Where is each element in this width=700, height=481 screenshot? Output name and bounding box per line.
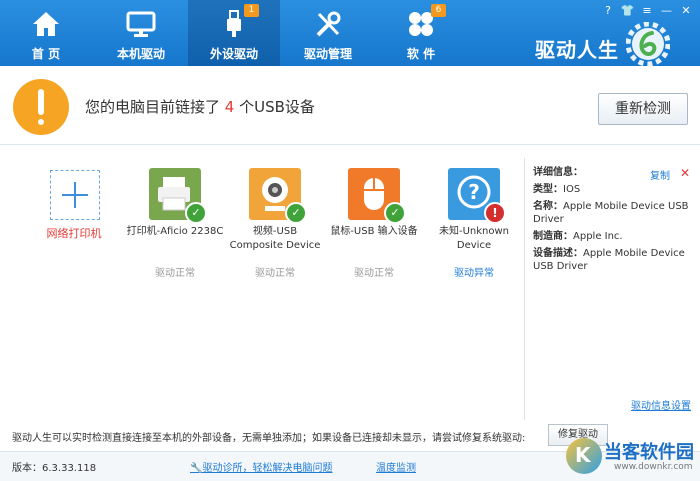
usb-summary: 您的电脑目前链接了 4 个USB设备 [85,98,315,116]
nav-local-drivers[interactable]: 本机驱动 [95,0,187,66]
monitor-icon [126,11,156,37]
nav-badge: 6 [431,4,446,17]
device-status: 驱动正常 [255,268,295,279]
nav-badge: 1 [244,4,259,17]
device-status[interactable]: 驱动异常 [424,264,524,279]
device-status: 驱动正常 [354,268,394,279]
error-icon: ! [484,202,506,224]
brand-title: 驱动人生 [535,38,619,62]
version-text: 版本：6.3.33.118 [12,463,97,474]
device-name: 未知-Unknown Device [438,226,510,251]
webcam-icon: ✓ [249,168,307,224]
question-icon: ? ! [448,168,506,224]
nav-label: 软 件 [406,47,436,61]
device-status: 驱动正常 [155,268,195,279]
svg-text:?: ? [468,180,480,204]
add-network-printer-button[interactable] [50,170,100,220]
details-close-icon[interactable]: ✕ [680,166,690,180]
minimize-icon[interactable]: — [659,4,675,18]
skin-icon[interactable]: 👕 [620,4,636,18]
nav-label: 驱动管理 [303,47,352,61]
nav-home[interactable]: 首 页 [0,0,92,66]
alert-icon [13,79,69,135]
details-type: 类型：IOS [533,184,581,195]
window-controls: ? 👕 ≡ — ✕ [600,4,694,18]
brand-logo-icon [626,22,670,66]
device-name: 视频-USB Composite Device [229,226,321,251]
device-name: 打印机-Aficio 2238C [126,226,224,237]
device-name: 鼠标-USB 输入设备 [330,226,418,237]
temperature-link[interactable]: 温度监测 [376,459,416,474]
mouse-icon: ✓ [348,168,406,224]
nav-software[interactable]: 6 软 件 [375,0,467,66]
nav-label: 首 页 [31,47,61,61]
details-name: 名称：Apple Mobile Device USB Driver [533,201,689,225]
help-icon[interactable]: ? [600,4,616,18]
printer-icon: ✓ [149,168,207,224]
nav-driver-management[interactable]: 驱动管理 [282,0,374,66]
watermark-title: 当客软件园 [604,442,694,463]
ok-check-icon: ✓ [384,202,406,224]
wrench-icon: 🔧 [190,463,203,474]
watermark: K 当客软件园 www.downkr.com [566,436,698,480]
details-maker: 制造商：Apple Inc. [533,231,623,242]
driver-settings-link[interactable]: 驱动信息设置 [631,397,691,412]
watermark-url: www.downkr.com [614,462,693,472]
nav-peripheral-drivers[interactable]: 1 外设驱动 [188,0,280,66]
top-toolbar: 首 页 本机驱动 1 外设驱动 驱动管理 6 软 件 ? 👕 ≡ — ✕ 驱动人… [0,0,700,66]
ok-check-icon: ✓ [185,202,207,224]
home-icon [33,12,59,36]
menu-icon[interactable]: ≡ [639,4,655,18]
add-network-printer-label[interactable]: 网络打印机 [34,225,114,241]
close-icon[interactable]: ✕ [678,4,694,18]
nav-label: 本机驱动 [116,47,165,61]
usb-count: 4 [224,98,235,116]
ok-check-icon: ✓ [285,202,307,224]
watermark-logo-icon: K [566,438,602,474]
tools-icon [316,11,341,37]
copy-link[interactable]: 复制 [650,167,670,182]
redetect-button[interactable]: 重新检测 [598,93,688,125]
driver-clinic-link[interactable]: 🔧驱动诊所，轻松解决电脑问题 [190,459,332,474]
details-description: 设备描述：Apple Mobile Device USB Driver [533,248,685,272]
hint-text: 驱动人生可以实时检测直接连接至本机的外部设备，无需单独添加；如果设备已连接却未显… [12,433,526,444]
device-details-panel: 详细信息： 类型：IOS 名称：Apple Mobile Device USB … [533,166,693,277]
nav-label: 外设驱动 [209,47,258,61]
panel-divider [524,158,525,420]
